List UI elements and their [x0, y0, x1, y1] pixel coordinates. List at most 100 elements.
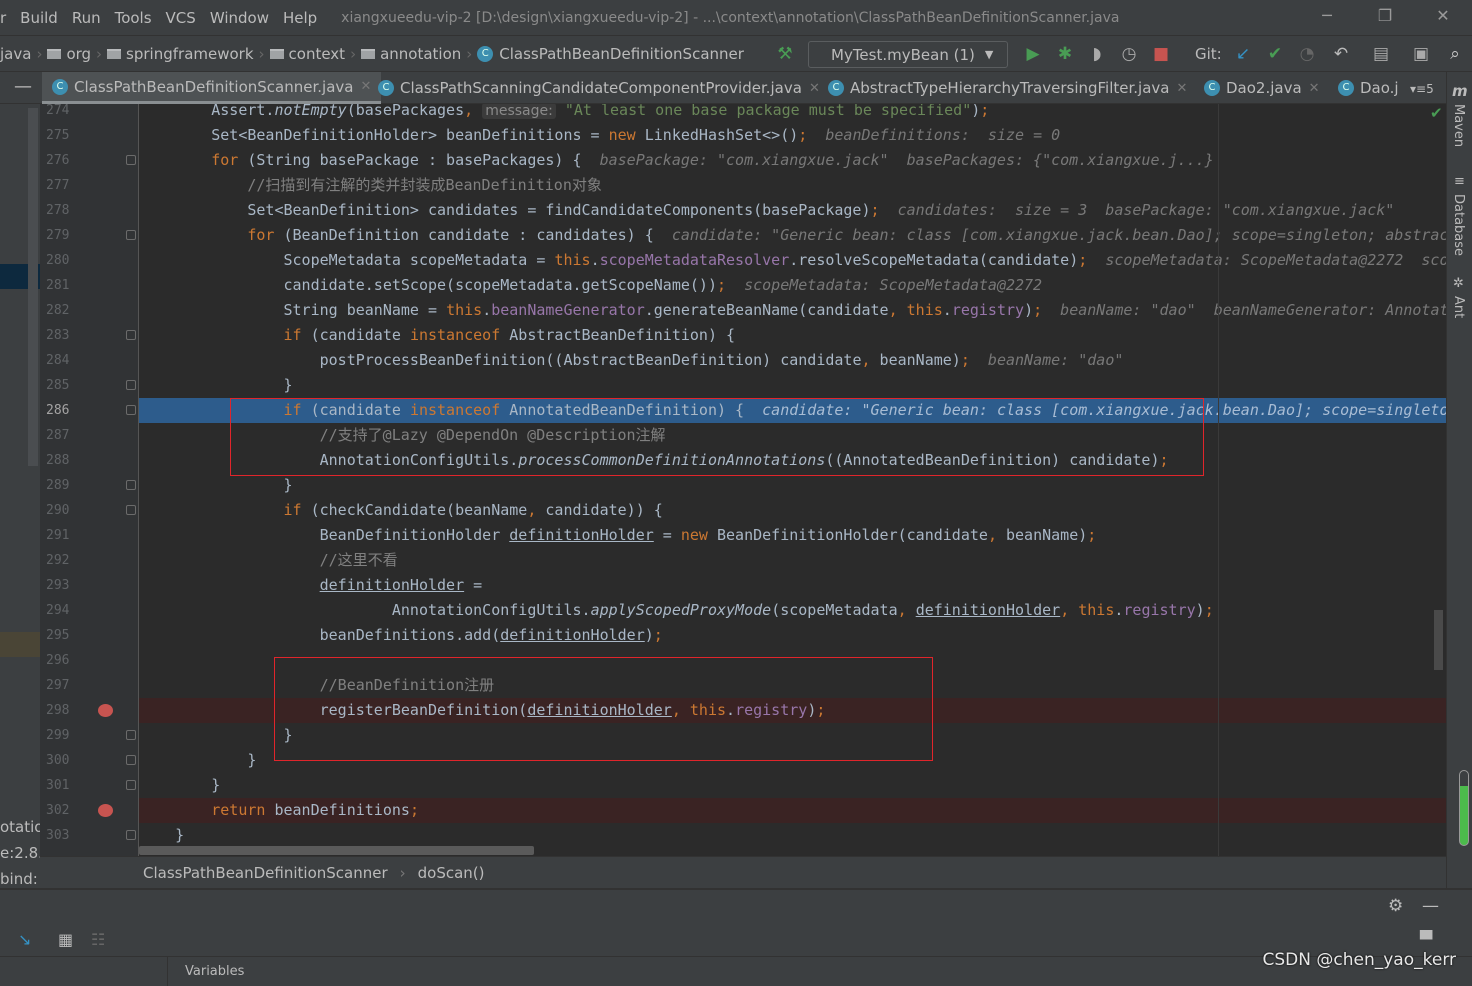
fold-marker-icon[interactable]	[126, 405, 136, 415]
code-line[interactable]: candidate.setScope(scopeMetadata.getScop…	[139, 273, 1446, 298]
field: scopeMetadataResolver	[599, 251, 790, 269]
line-number: 289	[46, 478, 70, 493]
tabs-overflow-button[interactable]: ▾≡5	[1410, 82, 1434, 96]
minimize-panel-icon[interactable]: —	[1422, 896, 1439, 916]
breadcrumb-class[interactable]: ClassPathBeanDefinitionScanner	[143, 864, 388, 882]
fold-marker-icon[interactable]	[126, 480, 136, 490]
breadcrumb-item[interactable]: C ClassPathBeanDefinitionScanner	[477, 45, 744, 63]
search-icon[interactable]: ⌕	[1444, 44, 1466, 64]
code-line[interactable]: String beanName = this.beanNameGenerator…	[139, 298, 1447, 323]
fold-marker-icon[interactable]	[126, 230, 136, 240]
breadcrumb-item[interactable]: org	[47, 45, 91, 63]
build-hammer-icon[interactable]: ⚒	[774, 44, 796, 64]
code-line[interactable]: return beanDefinitions;	[139, 798, 1446, 823]
fold-marker-icon[interactable]	[126, 755, 136, 765]
code-line[interactable]: }	[139, 373, 1446, 398]
code-line[interactable]: Assert.notEmpty(basePackages, message: "…	[139, 104, 1446, 123]
memory-indicator[interactable]	[1459, 770, 1469, 846]
field: beanNameGenerator	[491, 301, 645, 319]
code-line[interactable]: if (checkCandidate(beanName, candidate))…	[139, 498, 1446, 523]
breadcrumb-item[interactable]: java	[0, 45, 31, 63]
run-icon[interactable]: ▶	[1022, 44, 1044, 64]
tree-item-text[interactable]: bind:	[0, 870, 38, 888]
git-commit-icon[interactable]: ✔	[1264, 44, 1286, 64]
code-line[interactable]: BeanDefinitionHolder definitionHolder = …	[139, 523, 1446, 548]
project-structure-icon[interactable]: ▤	[1370, 44, 1392, 64]
breadcrumb-item[interactable]: springframework	[107, 45, 254, 63]
code-line[interactable]: }	[139, 473, 1446, 498]
maven-tool-button[interactable]: Maven	[1451, 104, 1466, 147]
database-tool-button[interactable]: Database	[1451, 194, 1466, 256]
code-line[interactable]: if (candidate instanceof AbstractBeanDef…	[139, 323, 1446, 348]
menu-help[interactable]: Help	[283, 9, 317, 27]
highlighted-tree-row[interactable]	[0, 632, 40, 657]
fold-marker-icon[interactable]	[126, 830, 136, 840]
code-line[interactable]: }	[139, 773, 1446, 798]
breadcrumb-method[interactable]: doScan()	[418, 864, 485, 882]
project-scrollbar[interactable]	[28, 108, 38, 466]
evaluate-expression-icon[interactable]: ▦	[58, 930, 73, 949]
tab-dao2-java[interactable]: C Dao2.java ✕	[1194, 72, 1330, 104]
debug-bug-icon[interactable]: ✱	[1054, 44, 1076, 64]
trace-icon[interactable]: ☷	[91, 930, 105, 949]
fold-marker-icon[interactable]	[126, 155, 136, 165]
code-line[interactable]: definitionHolder =	[139, 573, 1446, 598]
ant-tool-button[interactable]: Ant	[1451, 296, 1466, 318]
stop-icon[interactable]: ■	[1150, 44, 1172, 64]
code-line[interactable]: AnnotationConfigUtils.applyScopedProxyMo…	[139, 598, 1446, 623]
git-history-icon[interactable]: ◔	[1296, 44, 1318, 64]
terminal-icon[interactable]: ▣	[1410, 44, 1432, 64]
run-configuration-select[interactable]: MyTest.myBean (1) ▼	[808, 41, 1008, 68]
fold-marker-icon[interactable]	[126, 505, 136, 515]
restore-button[interactable]: ❐	[1370, 6, 1400, 30]
code-line[interactable]: //这里不看	[139, 548, 1446, 573]
menu-vcs[interactable]: VCS	[166, 9, 196, 27]
code-line[interactable]: for (String basePackage : basePackages) …	[139, 148, 1446, 173]
code-line[interactable]: ScopeMetadata scopeMetadata = this.scope…	[139, 248, 1447, 273]
gear-icon[interactable]: ⚙	[1388, 896, 1403, 916]
breadcrumb-item[interactable]: annotation	[361, 45, 461, 63]
menu-window[interactable]: Window	[210, 9, 269, 27]
horizontal-scrollbar[interactable]	[139, 846, 534, 855]
line-number-gutter[interactable]: 274 275 276 277 278 279 280 281 282 283 284 285 286 2…	[40, 103, 139, 856]
menu-run[interactable]: Run	[72, 9, 101, 27]
tree-item-text[interactable]: e:2.8.9	[0, 844, 40, 862]
menu-tools[interactable]: Tools	[115, 9, 152, 27]
variables-tab[interactable]: Variables	[185, 964, 244, 979]
run-to-cursor-icon[interactable]: ↘	[18, 930, 31, 949]
tab-abstracttypehierarchytraversingfilter-java[interactable]: C AbstractTypeHierarchyTraversingFilter.j…	[818, 72, 1197, 104]
breakpoint-icon[interactable]	[98, 704, 113, 717]
fold-marker-icon[interactable]	[126, 330, 136, 340]
fold-marker-icon[interactable]	[126, 380, 136, 390]
code-line[interactable]: }	[139, 823, 1446, 848]
code-line[interactable]: //扫描到有注解的类并封装成BeanDefinition对象	[139, 173, 1446, 198]
code-line[interactable]: postProcessBeanDefinition((AbstractBeanD…	[139, 348, 1446, 373]
code-line[interactable]: Set<BeanDefinition> candidates = findCan…	[139, 198, 1446, 223]
breakpoint-icon[interactable]	[98, 804, 113, 817]
collapse-icon[interactable]: —	[14, 76, 32, 97]
close-tab-icon[interactable]: ✕	[1177, 81, 1188, 96]
layout-icon[interactable]: ▀	[1420, 930, 1432, 949]
code-line[interactable]: beanDefinitions.add(definitionHolder);	[139, 623, 1446, 648]
fold-marker-icon[interactable]	[126, 780, 136, 790]
close-tab-icon[interactable]: ✕	[1309, 81, 1320, 96]
close-button[interactable]: ✕	[1428, 6, 1458, 30]
git-rollback-icon[interactable]: ↶	[1330, 44, 1352, 64]
minimize-button[interactable]: ─	[1312, 6, 1342, 30]
editor-vertical-scrollbar[interactable]	[1434, 610, 1443, 670]
profile-icon[interactable]: ◷	[1118, 44, 1140, 64]
menu-build[interactable]: Build	[20, 9, 58, 27]
breadcrumb-separator: ›	[96, 44, 103, 63]
code-line[interactable]: for (BeanDefinition candidate : candidat…	[139, 223, 1446, 248]
tree-item-text[interactable]: otatio	[0, 818, 40, 836]
fold-marker-icon[interactable]	[126, 730, 136, 740]
tab-dao-j[interactable]: C Dao.j	[1328, 72, 1409, 104]
line-number: 298	[46, 703, 70, 718]
tab-classpathscanningcandidatecomponentprovider-java[interactable]: C ClassPathScanningCandidateComponentProv…	[368, 72, 830, 104]
line-number: 286	[46, 403, 70, 418]
git-update-icon[interactable]: ↙	[1232, 44, 1254, 64]
coverage-icon[interactable]: ◗	[1086, 44, 1108, 64]
breadcrumb-item[interactable]: context	[269, 45, 345, 63]
menu-item[interactable]: r	[0, 9, 6, 27]
code-line[interactable]: Set<BeanDefinitionHolder> beanDefinition…	[139, 123, 1446, 148]
